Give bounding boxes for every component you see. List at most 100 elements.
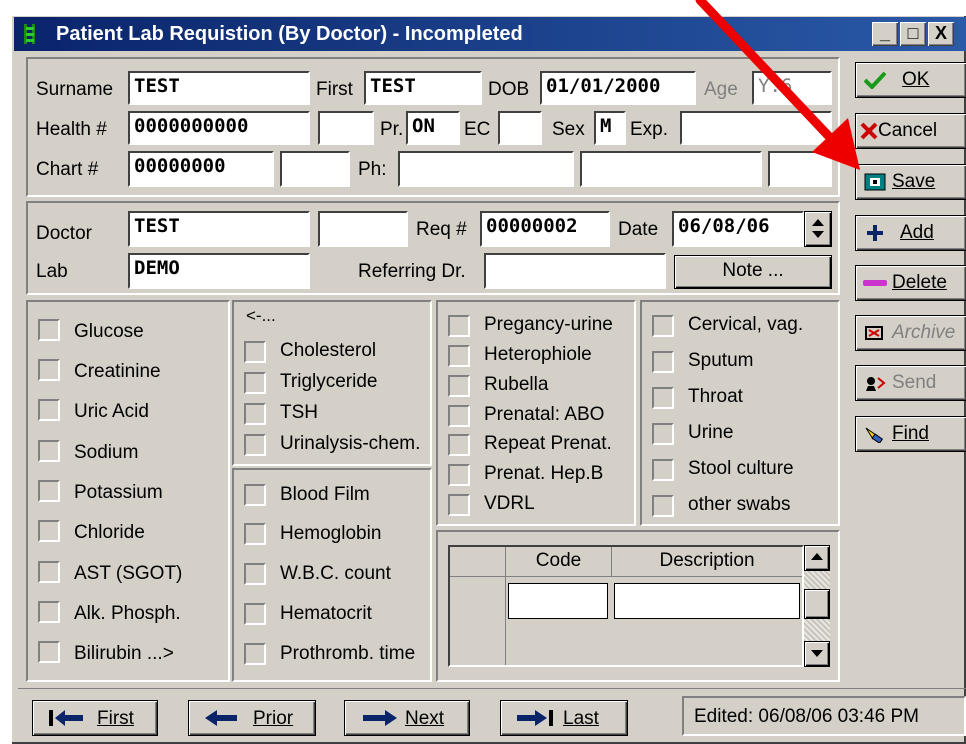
tsh-checkbox[interactable] bbox=[244, 403, 266, 425]
grid-cell-code[interactable] bbox=[508, 583, 608, 619]
send-button: Send bbox=[855, 365, 966, 401]
grid-cell-description[interactable] bbox=[614, 583, 800, 619]
prenatal-hepb-checkbox[interactable] bbox=[448, 464, 470, 486]
sputum-checkbox[interactable] bbox=[652, 351, 674, 373]
request-panel: Doctor TEST Req # 00000002 Date 06/08/06… bbox=[26, 201, 840, 295]
chart-extra-field[interactable] bbox=[280, 151, 350, 187]
throat-checkbox[interactable] bbox=[652, 387, 674, 409]
add-button[interactable]: Add bbox=[855, 215, 966, 251]
glucose-checkbox[interactable] bbox=[38, 319, 60, 341]
cholesterol-checkbox[interactable] bbox=[244, 341, 266, 363]
first-record-button[interactable]: First bbox=[32, 700, 158, 736]
pregnancy-urine-checkbox[interactable] bbox=[448, 315, 470, 337]
prior-label: Prior bbox=[253, 708, 294, 729]
phone-field-1[interactable] bbox=[398, 151, 574, 187]
find-button[interactable]: Find bbox=[855, 416, 966, 452]
save-button[interactable]: Save bbox=[855, 164, 966, 200]
test-label: Sputum bbox=[688, 350, 754, 371]
hematocrit-checkbox[interactable] bbox=[244, 603, 266, 625]
test-label: Creatinine bbox=[74, 361, 161, 382]
prenatal-abo-checkbox[interactable] bbox=[448, 405, 470, 427]
blood-film-checkbox[interactable] bbox=[244, 484, 266, 506]
urine-checkbox[interactable] bbox=[652, 423, 674, 445]
grid-header-description[interactable]: Description bbox=[612, 547, 802, 577]
prothromb-time-checkbox[interactable] bbox=[244, 643, 266, 665]
doctor-field[interactable]: TEST bbox=[128, 211, 310, 247]
cancel-button[interactable]: Cancel bbox=[855, 113, 966, 149]
chart-number-field[interactable]: 00000000 bbox=[128, 151, 274, 187]
cervical-vag-checkbox[interactable] bbox=[652, 315, 674, 337]
triglyceride-checkbox[interactable] bbox=[244, 372, 266, 394]
title-bar[interactable]: Patient Lab Requistion (By Doctor) - Inc… bbox=[14, 17, 966, 51]
delete-button[interactable]: Delete bbox=[855, 265, 966, 301]
health-number-field[interactable]: 0000000000 bbox=[128, 111, 310, 145]
prior-record-button[interactable]: Prior bbox=[188, 700, 316, 736]
test-label: Bilirubin ...> bbox=[74, 643, 174, 664]
grid-header-code[interactable]: Code bbox=[506, 547, 612, 577]
grid-scrollbar[interactable] bbox=[804, 545, 830, 667]
scroll-thumb[interactable] bbox=[804, 589, 830, 619]
ast-checkbox[interactable] bbox=[38, 561, 60, 583]
phone-field-3[interactable] bbox=[768, 151, 832, 187]
ec-field[interactable] bbox=[498, 111, 542, 145]
dob-field[interactable]: 01/01/2000 bbox=[540, 71, 696, 105]
wbc-count-checkbox[interactable] bbox=[244, 563, 266, 585]
repeat-prenatal-checkbox[interactable] bbox=[448, 434, 470, 456]
expiry-field[interactable] bbox=[680, 111, 832, 145]
test-label: Blood Film bbox=[280, 484, 370, 505]
test-label: TSH bbox=[280, 402, 318, 423]
send-label: Send bbox=[892, 372, 937, 393]
req-number-field[interactable]: 00000002 bbox=[480, 211, 610, 247]
close-button[interactable]: X bbox=[928, 22, 954, 46]
app-icon bbox=[24, 24, 35, 44]
note-button[interactable]: Note ... bbox=[674, 255, 832, 289]
potassium-checkbox[interactable] bbox=[38, 480, 60, 502]
scroll-down-button[interactable] bbox=[804, 641, 830, 667]
first-name-field[interactable]: TEST bbox=[364, 71, 482, 105]
previous-page-link[interactable]: <-... bbox=[246, 306, 276, 326]
date-field[interactable]: 06/08/06 bbox=[672, 211, 804, 247]
sex-field[interactable]: M bbox=[594, 111, 626, 145]
req-label: Req # bbox=[416, 219, 467, 240]
maximize-button[interactable]: □ bbox=[900, 22, 926, 46]
lab-field[interactable]: DEMO bbox=[128, 253, 310, 289]
last-record-button[interactable]: Last bbox=[500, 700, 628, 736]
phone-field-2[interactable] bbox=[580, 151, 762, 187]
date-spinner[interactable] bbox=[804, 211, 832, 247]
creatinine-checkbox[interactable] bbox=[38, 359, 60, 381]
uric-acid-checkbox[interactable] bbox=[38, 399, 60, 421]
other-swabs-checkbox[interactable] bbox=[652, 495, 674, 517]
ok-button[interactable]: OK bbox=[855, 62, 966, 98]
heterophile-checkbox[interactable] bbox=[448, 345, 470, 367]
bilirubin-checkbox[interactable] bbox=[38, 641, 60, 663]
urinalysis-checkbox[interactable] bbox=[244, 434, 266, 456]
scroll-up-button[interactable] bbox=[804, 545, 830, 571]
doctor-extra-field[interactable] bbox=[318, 211, 408, 247]
test-label: W.B.C. count bbox=[280, 563, 391, 584]
stool-culture-checkbox[interactable] bbox=[652, 459, 674, 481]
sex-label: Sex bbox=[552, 119, 585, 140]
find-label: Find bbox=[892, 423, 929, 444]
vdrl-checkbox[interactable] bbox=[448, 494, 470, 516]
age-label: Age bbox=[704, 79, 738, 100]
doctor-label: Doctor bbox=[36, 223, 92, 244]
next-record-button[interactable]: Next bbox=[344, 700, 470, 736]
codes-grid[interactable]: Code Description bbox=[448, 545, 804, 667]
health-version-field[interactable] bbox=[318, 111, 374, 145]
sodium-checkbox[interactable] bbox=[38, 440, 60, 462]
scroll-down-icon bbox=[811, 650, 823, 657]
hemoglobin-checkbox[interactable] bbox=[244, 523, 266, 545]
surname-field[interactable]: TEST bbox=[128, 71, 310, 105]
alk-phosph-checkbox[interactable] bbox=[38, 601, 60, 623]
test-label: other swabs bbox=[688, 494, 791, 515]
patient-panel: Surname TEST First TEST DOB 01/01/2000 A… bbox=[26, 57, 840, 197]
referring-doctor-field[interactable] bbox=[484, 253, 666, 289]
province-field[interactable]: ON bbox=[406, 111, 460, 145]
chloride-checkbox[interactable] bbox=[38, 520, 60, 542]
send-icon bbox=[866, 377, 886, 391]
test-label: Triglyceride bbox=[280, 371, 378, 392]
save-icon bbox=[864, 173, 886, 191]
next-label: Next bbox=[405, 708, 445, 729]
rubella-checkbox[interactable] bbox=[448, 375, 470, 397]
minimize-button[interactable]: _ bbox=[872, 22, 898, 46]
